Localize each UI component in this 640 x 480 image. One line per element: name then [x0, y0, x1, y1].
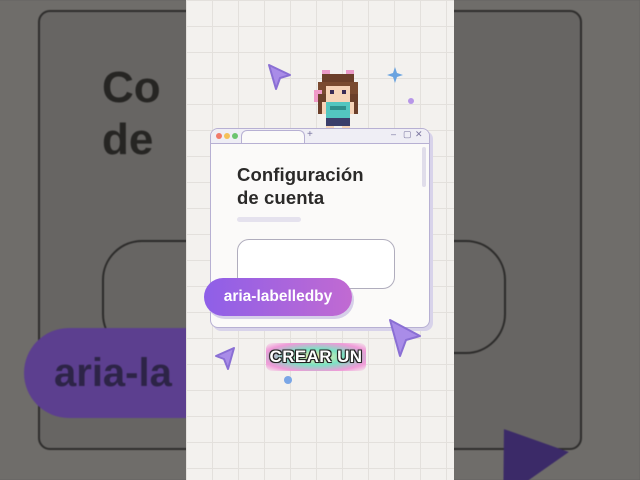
- maximize-dot-icon[interactable]: [232, 133, 238, 139]
- background-title-line1: Co: [102, 63, 161, 112]
- sparkle-icon: [387, 67, 403, 83]
- browser-tab[interactable]: [241, 130, 305, 143]
- minimize-dot-icon[interactable]: [224, 133, 230, 139]
- browser-titlebar: + – ▢ ✕: [211, 129, 429, 144]
- cursor-arrow-icon: [215, 347, 235, 370]
- scrollbar[interactable]: [422, 147, 426, 187]
- background-window-right: [454, 10, 582, 450]
- aria-label-badge: aria-labelledby: [204, 278, 352, 316]
- background-right: [454, 0, 640, 480]
- page-title: Configuración de cuenta: [237, 163, 364, 209]
- page-title-line1: Configuración: [237, 164, 364, 185]
- decor-dot: [284, 376, 292, 384]
- subtitle-placeholder: [237, 217, 301, 222]
- background-title: Co de: [102, 62, 161, 166]
- page-title-line2: de cuenta: [237, 187, 325, 208]
- cursor-arrow-icon: [268, 64, 291, 90]
- background-pill: aria-la: [24, 328, 186, 418]
- maximize-icon[interactable]: ▢: [403, 129, 412, 140]
- decor-dot: [408, 98, 414, 104]
- minimize-icon[interactable]: –: [391, 129, 396, 139]
- close-icon[interactable]: ✕: [415, 129, 423, 140]
- close-dot-icon[interactable]: [216, 133, 222, 139]
- background-input-right: [454, 240, 506, 354]
- new-tab-button[interactable]: +: [307, 129, 313, 140]
- background-left: Co de aria-la: [0, 0, 186, 480]
- stage: + – ▢ ✕ Configuración de cuenta aria-lab…: [186, 0, 454, 480]
- caption-text: CREAR UN: [266, 343, 366, 371]
- cursor-arrow-icon: [389, 319, 421, 357]
- background-title-line2: de: [102, 115, 154, 164]
